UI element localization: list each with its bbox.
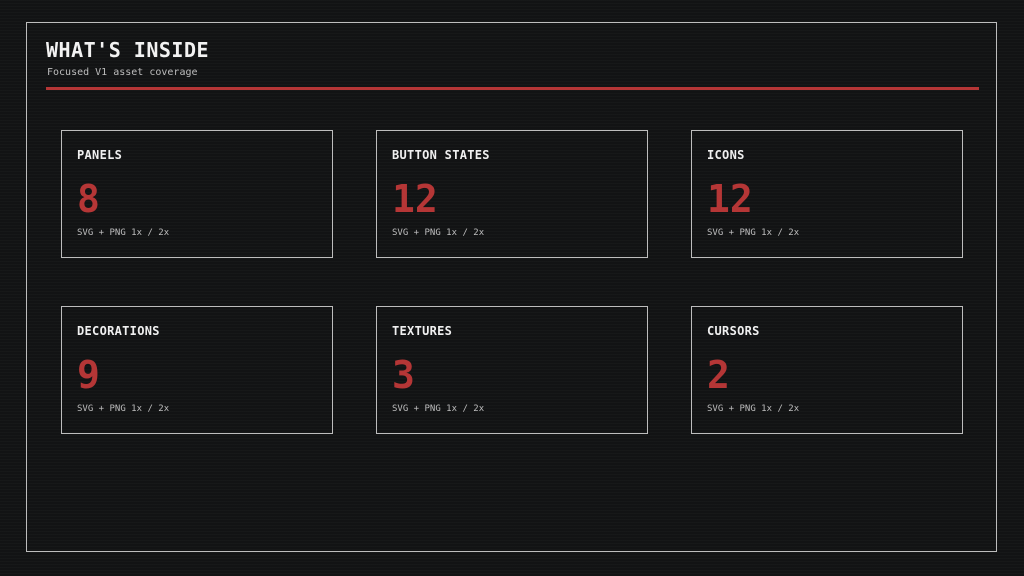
card-formats: SVG + PNG 1x / 2x	[392, 404, 485, 414]
card-count: 9	[77, 353, 100, 397]
card-count: 2	[707, 353, 730, 397]
card-cursors: CURSORS 2 SVG + PNG 1x / 2x	[691, 306, 963, 434]
card-title: ICONS	[707, 148, 745, 162]
card-count: 8	[77, 177, 100, 221]
card-count: 12	[392, 177, 438, 221]
card-decorations: DECORATIONS 9 SVG + PNG 1x / 2x	[61, 306, 333, 434]
card-title: DECORATIONS	[77, 324, 160, 338]
outer-frame	[26, 22, 997, 552]
card-panels: PANELS 8 SVG + PNG 1x / 2x	[61, 130, 333, 258]
card-formats: SVG + PNG 1x / 2x	[77, 228, 170, 238]
card-count: 3	[392, 353, 415, 397]
card-title: TEXTURES	[392, 324, 453, 338]
card-count: 12	[707, 177, 753, 221]
page-title: WHAT'S INSIDE	[46, 38, 210, 62]
card-icons: ICONS 12 SVG + PNG 1x / 2x	[691, 130, 963, 258]
card-formats: SVG + PNG 1x / 2x	[77, 404, 170, 414]
card-textures: TEXTURES 3 SVG + PNG 1x / 2x	[376, 306, 648, 434]
page-subtitle: Focused V1 asset coverage	[47, 67, 198, 78]
accent-divider	[46, 87, 979, 90]
card-button-states: BUTTON STATES 12 SVG + PNG 1x / 2x	[376, 130, 648, 258]
card-title: CURSORS	[707, 324, 760, 338]
card-title: PANELS	[77, 148, 123, 162]
card-formats: SVG + PNG 1x / 2x	[707, 228, 800, 238]
card-title: BUTTON STATES	[392, 148, 490, 162]
card-formats: SVG + PNG 1x / 2x	[392, 228, 485, 238]
card-formats: SVG + PNG 1x / 2x	[707, 404, 800, 414]
